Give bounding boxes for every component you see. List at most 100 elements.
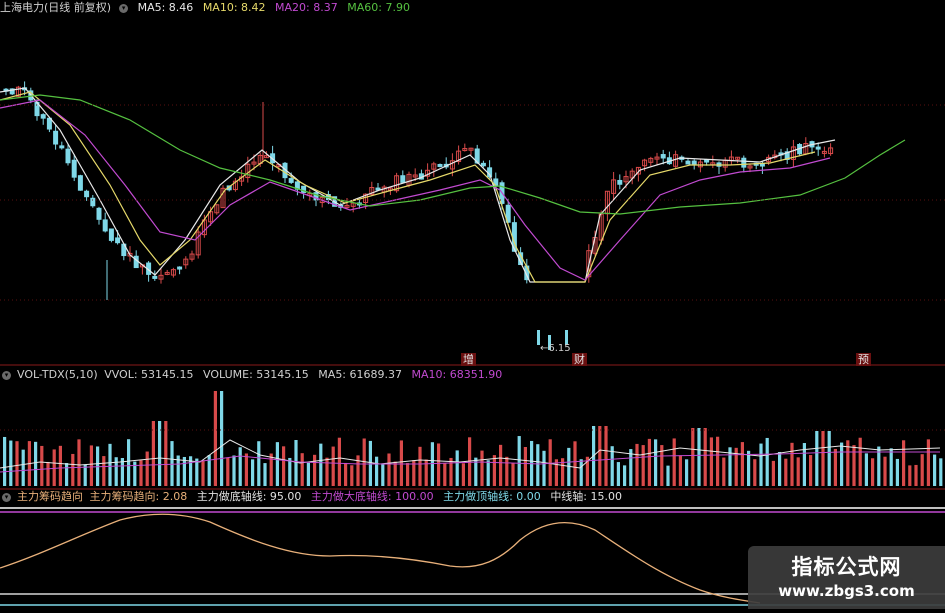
volume-bar [542, 450, 546, 486]
volume-bar [145, 451, 149, 486]
ind-bottom-label: 主力做底轴线: 95.00 [196, 490, 302, 503]
candle-body [115, 237, 121, 244]
volume-bar [511, 462, 515, 486]
volume-bar [499, 444, 503, 486]
volume-bar [127, 439, 131, 486]
ma60-label: MA60: 7.90 [347, 1, 410, 14]
volume-bar [319, 443, 323, 486]
vol-ma5-label: MA5: 61689.37 [318, 368, 402, 381]
volume-bar [325, 457, 329, 486]
candle-body [96, 207, 102, 220]
volume-bar [244, 453, 248, 486]
volume-bar [784, 458, 788, 486]
settings-icon[interactable]: ▾ [119, 3, 129, 13]
vvol-label: VVOL: 53145.15 [104, 368, 194, 381]
volume-bar [523, 447, 527, 486]
volume-bar [195, 458, 199, 486]
candle-body [815, 146, 821, 150]
volume-bar [381, 464, 385, 486]
volume-bar [71, 453, 75, 486]
volume-bar [765, 437, 769, 486]
volume-bar [226, 457, 230, 486]
candle-body [90, 197, 96, 207]
candle-body [133, 255, 139, 269]
volume-bar [536, 444, 540, 486]
settings-icon[interactable]: ▾ [2, 370, 11, 380]
volume-bar [461, 463, 465, 486]
volume-bar [697, 428, 701, 486]
volume-bar [58, 445, 62, 486]
volume-bar [883, 456, 887, 486]
candle-body [53, 130, 59, 145]
candle-body [102, 219, 108, 232]
volume-bar [34, 441, 38, 486]
candle-body [177, 266, 183, 270]
volume-bar [480, 450, 484, 486]
candle-body [704, 159, 710, 163]
trend-line [0, 513, 761, 604]
vol-ma10-label: MA10: 68351.90 [411, 368, 503, 381]
candlestick-chart [0, 81, 945, 606]
volume-bar [455, 450, 459, 486]
volume-bar [251, 459, 255, 486]
volume-bar [158, 421, 162, 486]
volume-bar [517, 436, 521, 486]
volume-bar [852, 445, 856, 486]
candle-body [84, 190, 90, 198]
candle-body [480, 162, 486, 167]
volume-bar [933, 454, 937, 486]
volume-bar [102, 456, 106, 486]
marker-yu[interactable]: 预 [856, 353, 871, 366]
volume-bar [641, 445, 645, 486]
volume-bar [902, 440, 906, 486]
settings-icon[interactable]: ▾ [2, 492, 11, 502]
volume-bar [629, 449, 633, 486]
volume-bar [3, 436, 7, 486]
vol-name: VOL-TDX(5,10) [17, 368, 98, 381]
candle-body [108, 228, 114, 241]
volume-bar [337, 437, 341, 486]
volume-bar [654, 439, 658, 486]
volume-bar [399, 440, 403, 486]
volume-bar [827, 431, 831, 486]
volume-bar [548, 439, 552, 486]
volume-bar [796, 457, 800, 486]
volume-bar [356, 455, 360, 486]
watermark-title: 指标公式网 [791, 555, 902, 579]
volume-bar [492, 455, 496, 486]
candle-body [77, 175, 83, 191]
candle-body [40, 114, 46, 119]
volume-bar [908, 465, 912, 486]
volume-bar [52, 449, 56, 486]
candle-body [685, 160, 691, 165]
candle-body [660, 154, 666, 159]
volume-bar [666, 465, 670, 486]
ma10-label: MA10: 8.42 [202, 1, 266, 14]
volume-bar [672, 438, 676, 486]
volume-bar [387, 453, 391, 486]
volume-bar [691, 428, 695, 486]
volume-bar [282, 446, 286, 486]
volume-bar [926, 439, 930, 486]
volume-bar [616, 462, 620, 486]
ind-name: 主力筹码趋向 [17, 490, 83, 503]
marker-cai[interactable]: 财 [572, 353, 587, 366]
volume-bar [623, 465, 627, 486]
volume-bar [579, 459, 583, 486]
marker-zeng[interactable]: 增 [461, 353, 476, 366]
candle-body [691, 160, 697, 165]
volume-bar [368, 440, 372, 486]
volume-bar [350, 465, 354, 486]
volume-bar [437, 443, 441, 486]
volume-bar [685, 459, 689, 486]
candle-body [741, 157, 747, 168]
volume-bar [747, 450, 751, 486]
volume-bar [40, 445, 44, 486]
volume-label: VOLUME: 53145.15 [203, 368, 309, 381]
volume-bar [313, 454, 317, 486]
volume-bar [753, 459, 757, 486]
volume-bar [716, 436, 720, 486]
volume-bar [895, 458, 899, 486]
volume-bar [77, 439, 81, 486]
volume-bar [257, 441, 261, 486]
